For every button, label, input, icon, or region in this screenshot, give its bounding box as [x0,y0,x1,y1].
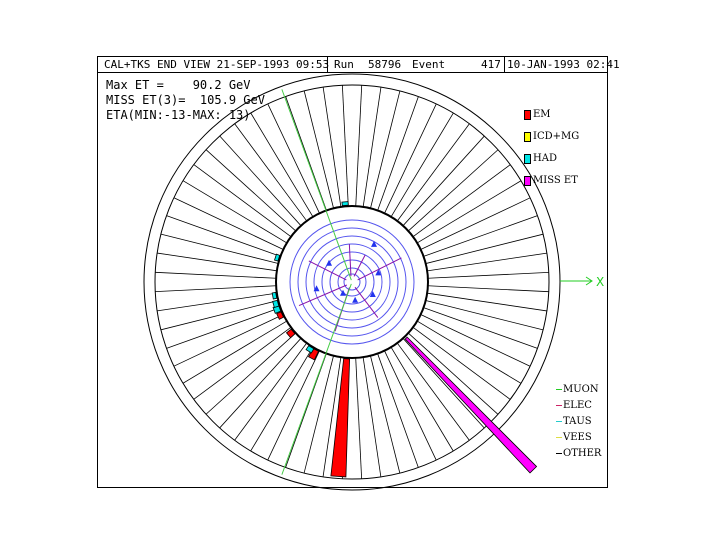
legend-swatch [524,132,531,142]
legend-swatch [524,176,531,186]
legend-label: HAD [533,153,557,164]
segment-divider [250,112,314,218]
reconstructed-track [357,257,402,281]
segment-divider [390,112,454,218]
segment-divider [408,332,499,415]
track-legend-line [556,453,562,454]
segment-divider [427,292,547,312]
track-legend-line [556,405,562,406]
track-legend-line [556,421,562,422]
segment-divider [234,342,308,441]
track-legend-item: MUON [556,384,599,395]
segment-divider [285,96,327,211]
energy-tower [330,358,351,478]
track-legend-label: OTHER [563,448,602,459]
track-legend-label: ELEC [563,400,592,411]
track-legend-line [556,389,562,390]
legend-label: EM [533,109,551,120]
segment-divider [155,285,277,293]
segment-divider [362,87,382,207]
segment-divider [219,135,302,226]
segment-divider [193,326,292,400]
segment-divider [355,85,363,207]
segment-divider [423,215,538,257]
segment-divider [205,332,296,415]
segment-divider [408,149,499,232]
track-legend-label: MUON [563,384,599,395]
hit-marker [352,296,359,303]
legend-label: MISS ET [533,175,578,186]
energy-tower [272,299,280,309]
segment-divider [377,353,419,468]
energy-tower [341,201,349,207]
segment-divider [402,135,485,226]
segment-divider [157,292,277,312]
chamber-layer [343,273,361,291]
axis-indicator [560,276,593,286]
track-legend-item: TAUS [556,416,592,427]
segment-divider [182,320,288,384]
track-legend-label: TAUS [563,416,592,427]
segment-divider [219,338,302,429]
chamber-layer [313,243,391,321]
track-legend-item: VEES [556,432,592,443]
segment-divider [396,123,470,222]
segment-divider [166,215,281,257]
legend-swatch [524,110,531,120]
track-legend-label: VEES [563,432,592,443]
legend-label: ICD+MG [533,131,580,142]
segment-divider [322,87,342,207]
segment-divider [362,357,382,477]
calorimeter-end-view: X [143,73,604,491]
hit-marker [371,240,377,247]
chamber-layer [329,259,375,305]
segment-divider [427,271,549,279]
segment-divider [402,338,485,429]
segment-divider [355,357,363,479]
muon-track [281,89,352,281]
track-legend-item: OTHER [556,448,601,459]
segment-divider [250,346,314,452]
segment-divider [427,252,547,272]
segment-divider [166,307,281,349]
chamber-layer [321,251,383,313]
segment-divider [157,252,277,272]
segment-divider [155,271,277,279]
segment-divider [234,123,308,222]
x-axis-label: X [596,275,604,289]
segment-divider [390,346,454,452]
chamber-layer [305,235,399,329]
track-legend-line [556,437,562,438]
segment-divider [193,164,292,238]
chamber-layer [289,219,415,345]
segment-divider [182,180,288,244]
track-legend-item: ELEC [556,400,592,411]
energy-tower [271,291,278,300]
segment-divider [341,85,349,207]
legend-swatch [524,154,531,164]
segment-divider [423,307,538,349]
segment-divider [427,285,549,293]
segment-divider [377,96,419,211]
segment-divider [416,320,522,384]
segment-divider [416,180,522,244]
segment-divider [205,149,296,232]
segment-divider [412,164,511,238]
inner-ring [275,205,429,359]
